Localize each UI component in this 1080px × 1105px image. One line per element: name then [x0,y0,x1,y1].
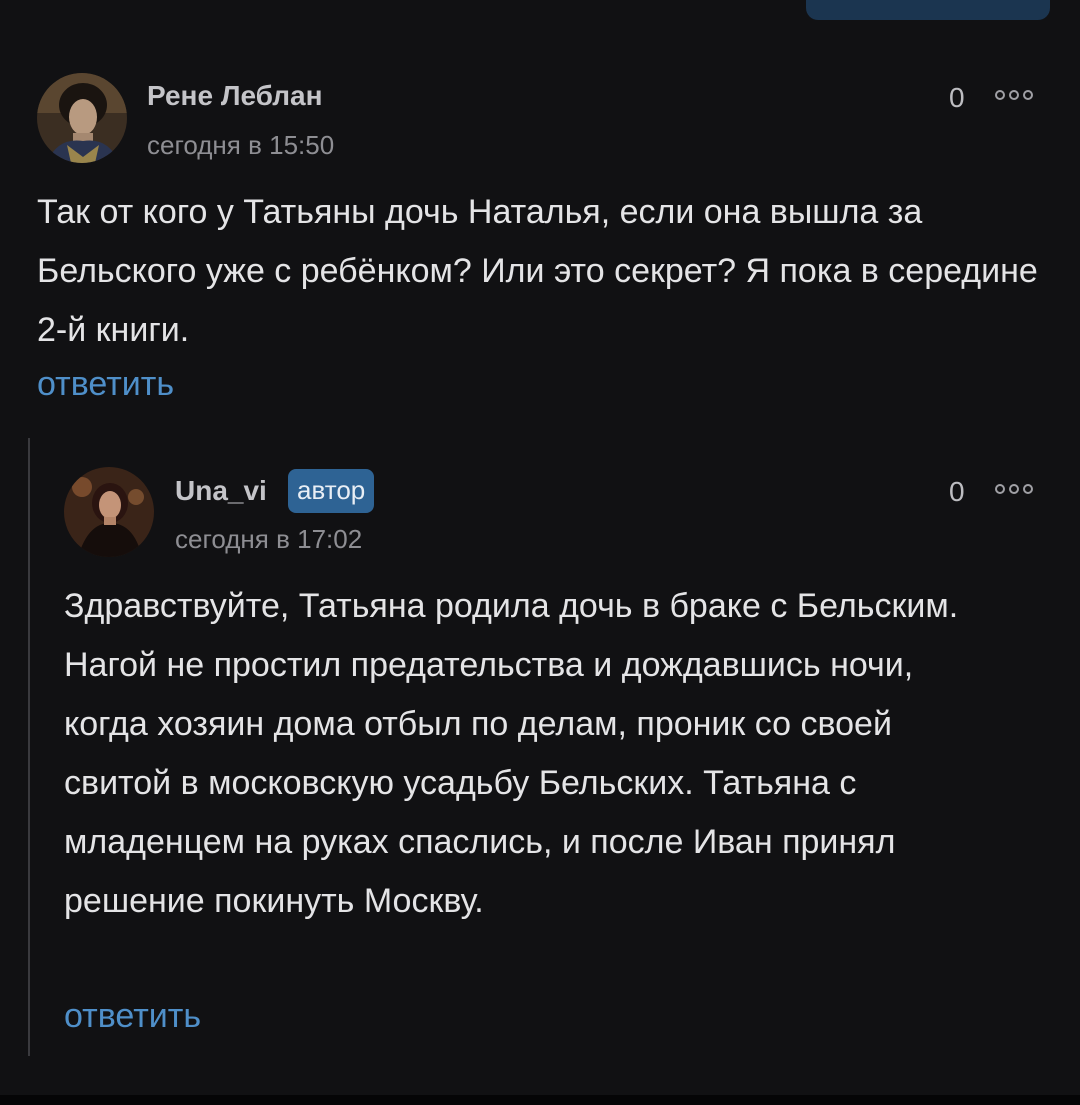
comment-timestamp: сегодня в 15:50 [147,130,335,160]
comment-text: Так от кого у Татьяны дочь Наталья, если… [37,193,1038,349]
author-badge: автор [288,469,375,513]
comment-text: Здравствуйте, Татьяна родила дочь в брак… [64,587,959,920]
reply-link[interactable]: ответить [37,365,174,404]
more-options-icon[interactable] [995,483,1033,495]
reply-link[interactable]: ответить [64,997,201,1036]
reply-thread-line [28,438,30,1056]
author-name[interactable]: Una_vi [175,475,267,507]
top-action-button[interactable] [806,0,1050,20]
more-options-icon[interactable] [995,89,1033,101]
comment-score: 0 [949,476,965,507]
avatar-una-vi-image [64,467,154,557]
author-name[interactable]: Рене Леблан [147,80,323,112]
comment-timestamp: сегодня в 17:02 [175,524,363,554]
bottom-bar [0,1095,1080,1105]
avatar[interactable] [37,73,127,163]
comment-score: 0 [949,82,965,113]
avatar[interactable] [64,467,154,557]
avatar-rene-image [37,73,127,163]
